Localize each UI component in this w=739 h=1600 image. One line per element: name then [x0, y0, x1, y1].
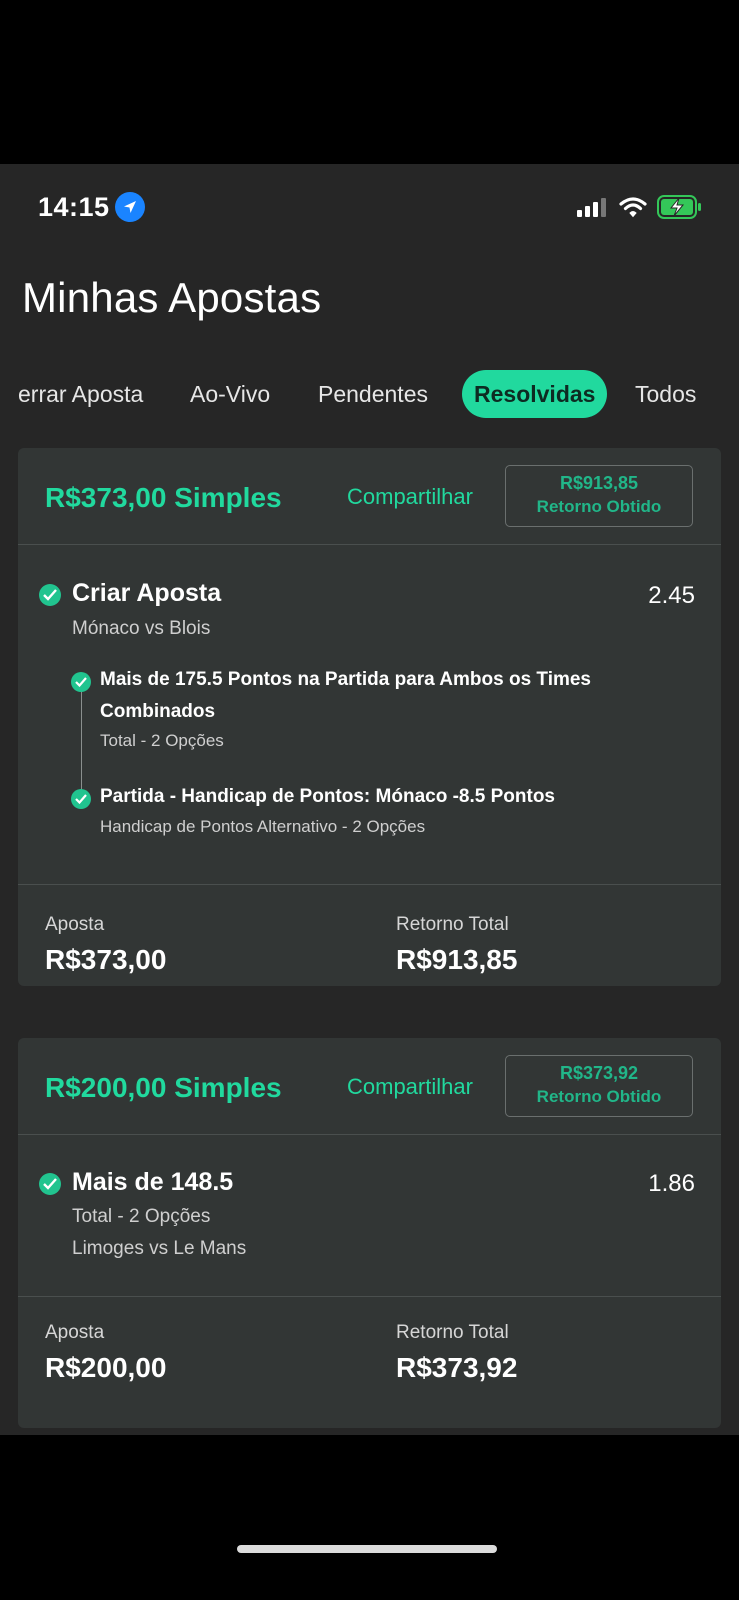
check-icon — [71, 672, 91, 692]
selection-title: Criar Aposta — [72, 579, 222, 607]
stake-value: R$373,00 — [45, 944, 167, 975]
return-obtained-badge: R$373,92 Retorno Obtido — [505, 1055, 693, 1117]
total-return-value: R$373,92 — [396, 1352, 518, 1383]
match-name: Limoges vs Le Mans — [72, 1238, 247, 1259]
page-title: Minhas Apostas — [22, 274, 322, 321]
leg-title: Mais de 175.5 Pontos na Partida para Amb… — [100, 669, 592, 722]
return-obtained-badge: R$913,85 Retorno Obtido — [505, 465, 693, 527]
battery-charging-icon — [657, 195, 701, 219]
status-bar: 14:15 — [0, 164, 739, 254]
odds-value: 1.86 — [648, 1170, 695, 1197]
status-time: 14:15 — [38, 192, 110, 222]
leg-subtitle: Handicap de Pontos Alternativo - 2 Opçõe… — [100, 817, 426, 836]
divider — [18, 1296, 721, 1297]
tab-pendentes[interactable]: Pendentes — [318, 370, 428, 418]
tab-resolvidas[interactable]: Resolvidas — [462, 370, 608, 418]
odds-value: 2.45 — [648, 582, 695, 609]
status-icons — [577, 194, 703, 220]
return-amount: R$373,92 — [559, 1063, 639, 1083]
divider — [18, 884, 721, 885]
bet-stake-title: R$200,00 Simples — [45, 1072, 282, 1103]
location-arrow-icon — [115, 192, 145, 222]
check-icon — [39, 1173, 61, 1195]
bet-card-header: R$200,00 Simples Compartilhar R$373,92 R… — [18, 1038, 721, 1135]
return-amount: R$913,85 — [559, 473, 639, 493]
bet-card[interactable]: R$200,00 Simples Compartilhar R$373,92 R… — [18, 1038, 721, 1428]
total-return-label: Retorno Total — [396, 1322, 509, 1343]
home-indicator[interactable] — [237, 1545, 497, 1553]
selection-title: Mais de 148.5 — [72, 1168, 234, 1196]
total-return-label: Retorno Total — [396, 914, 509, 935]
match-name: Mónaco vs Blois — [72, 618, 211, 639]
tab-ao-vivo[interactable]: Ao-Vivo — [190, 370, 270, 418]
bet-card-header: R$373,00 Simples Compartilhar R$913,85 R… — [18, 448, 721, 545]
leg-title: Partida - Handicap de Pontos: Mónaco -8.… — [100, 786, 555, 807]
check-icon — [39, 584, 61, 606]
tab-todos[interactable]: Todos — [635, 370, 696, 418]
market-name: Total - 2 Opções — [72, 1206, 211, 1227]
signal-icon — [577, 198, 606, 217]
tab-encerrar-aposta[interactable]: errar Aposta — [18, 370, 143, 418]
share-button[interactable]: Compartilhar — [347, 1074, 473, 1100]
stake-value: R$200,00 — [45, 1352, 167, 1383]
filter-tabs: errar Aposta Ao-Vivo Pendentes Resolvida… — [0, 370, 739, 418]
bet-card[interactable]: R$373,00 Simples Compartilhar R$913,85 R… — [18, 448, 721, 986]
app-screen: 14:15 Minhas Apostas errar Aposta Ao-Viv… — [0, 164, 739, 1435]
return-label: Retorno Obtido — [536, 497, 662, 516]
bet-stake-title: R$373,00 Simples — [45, 482, 282, 513]
stake-label: Aposta — [45, 1322, 105, 1343]
check-icon — [71, 789, 91, 809]
return-label: Retorno Obtido — [536, 1087, 662, 1106]
total-return-value: R$913,85 — [396, 944, 518, 975]
share-button[interactable]: Compartilhar — [347, 484, 473, 510]
legs-connector — [81, 686, 82, 790]
leg-subtitle: Total - 2 Opções — [100, 731, 224, 750]
wifi-icon — [619, 197, 647, 218]
stake-label: Aposta — [45, 914, 105, 935]
